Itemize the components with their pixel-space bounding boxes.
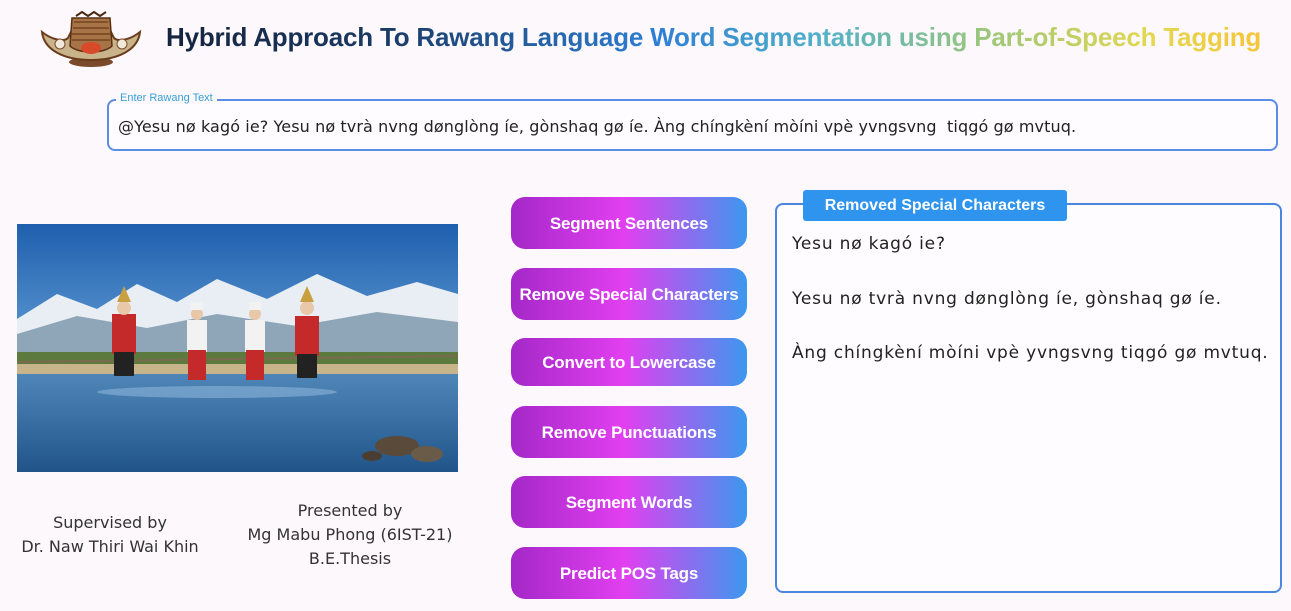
input-label: Enter Rawang Text xyxy=(116,92,217,104)
predict-pos-tags-button[interactable]: Predict POS Tags xyxy=(511,547,747,599)
page-title: Hybrid Approach To Rawang Language Word … xyxy=(166,22,1262,52)
remove-special-characters-button[interactable]: Remove Special Characters xyxy=(511,268,747,320)
degree-label: B.E.Thesis xyxy=(308,549,392,568)
presented-by-label: Presented by xyxy=(297,501,403,520)
supervisor-name: Dr. Naw Thiri Wai Khin xyxy=(21,537,199,556)
output-line: Àng chíngkèní mòíni vpè yvngsvng tiqgó g… xyxy=(792,343,1269,363)
input-value[interactable]: @Yesu nø kagó ie? Yesu nø tvrà nvng døng… xyxy=(118,117,1076,136)
output-panel[interactable] xyxy=(775,203,1282,593)
supervisor-credit: Supervised by Dr. Naw Thiri Wai Khin xyxy=(20,511,200,559)
presenter-name: Mg Mabu Phong (6IST-21) xyxy=(247,525,453,544)
segment-sentences-button[interactable]: Segment Sentences xyxy=(511,197,747,249)
segment-words-button[interactable]: Segment Words xyxy=(511,476,747,528)
output-line: Yesu nø tvrà nvng dønglòng íe, gònshaq g… xyxy=(792,289,1222,309)
supervised-by-label: Supervised by xyxy=(53,513,167,532)
output-line: Yesu nø kagó ie? xyxy=(792,234,946,254)
output-tab-label: Removed Special Characters xyxy=(803,190,1067,221)
photo-rawang-dancers-river xyxy=(17,224,458,472)
convert-to-lowercase-button[interactable]: Convert to Lowercase xyxy=(511,338,747,386)
remove-punctuations-button[interactable]: Remove Punctuations xyxy=(511,406,747,458)
presenter-credit: Presented by Mg Mabu Phong (6IST-21) B.E… xyxy=(240,499,460,571)
hornbill-headdress-logo-icon xyxy=(38,10,144,68)
